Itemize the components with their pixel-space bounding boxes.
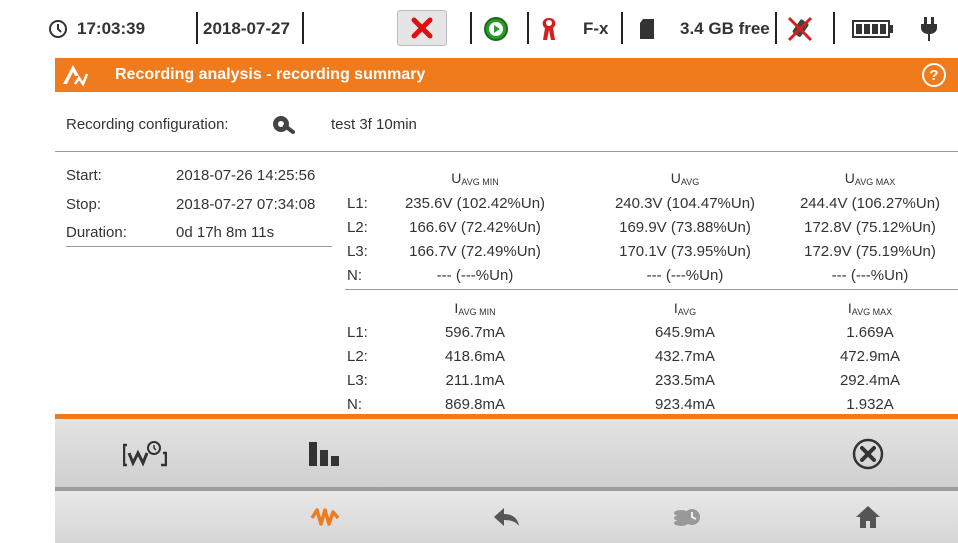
waveform-timer-button[interactable] bbox=[55, 419, 235, 488]
v-cell: 169.9V (73.88%Un) bbox=[619, 219, 751, 236]
i-avg-header: IAVG bbox=[673, 300, 697, 317]
status-time: 17:03:39 bbox=[77, 19, 146, 38]
home-button[interactable] bbox=[778, 491, 958, 543]
divider bbox=[55, 151, 958, 152]
v-row-label: L1: bbox=[347, 195, 368, 212]
energy-cost-button[interactable] bbox=[597, 491, 777, 543]
app-logo-icon bbox=[55, 58, 95, 92]
close-button[interactable] bbox=[778, 419, 958, 488]
home-icon bbox=[856, 506, 880, 528]
back-button[interactable] bbox=[416, 491, 596, 543]
v-row-label: N: bbox=[347, 267, 362, 284]
v-cell: 170.1V (73.95%Un) bbox=[619, 243, 751, 260]
u-avg-min-header: UAVG MIN bbox=[451, 170, 499, 187]
v-row-label: L2: bbox=[347, 219, 368, 236]
back-arrow-icon bbox=[494, 508, 519, 526]
waveform-timer-icon bbox=[123, 440, 167, 467]
navigation-toolbar bbox=[55, 491, 958, 543]
i-row-label: L1: bbox=[347, 324, 368, 341]
v-cell: 240.3V (104.47%Un) bbox=[614, 195, 756, 212]
close-circle-icon bbox=[852, 438, 884, 469]
i-cell: 645.9mA bbox=[654, 324, 716, 341]
waveform-button[interactable] bbox=[235, 491, 415, 543]
status-bar: 17:03:39 2018-07-27 F-x 3.4 GB free bbox=[0, 0, 958, 58]
bar-chart-icon bbox=[309, 441, 339, 466]
i-cell: 211.1mA bbox=[445, 372, 505, 389]
i-cell: 292.4mA bbox=[839, 372, 901, 389]
title-bar: Recording analysis - recording summary ? bbox=[55, 58, 958, 92]
v-cell: 166.7V (72.49%Un) bbox=[409, 243, 541, 260]
i-cell: 1.932A bbox=[846, 396, 894, 413]
i-cell: 596.7mA bbox=[444, 324, 506, 341]
energy-cost-icon bbox=[674, 509, 700, 526]
start-value: 2018-07-26 14:25:56 bbox=[176, 167, 316, 184]
stop-x-icon bbox=[411, 17, 433, 39]
page-title: Recording analysis - recording summary bbox=[115, 66, 426, 83]
duration-value: 0d 17h 8m 11s bbox=[176, 224, 275, 241]
i-cell: 1.669A bbox=[846, 324, 894, 341]
table-divider bbox=[345, 289, 958, 290]
i-avg-max-header: IAVG MAX bbox=[847, 300, 893, 317]
duration-label: Duration: bbox=[66, 224, 127, 241]
usb-disconnected-icon bbox=[785, 14, 815, 44]
v-cell: 172.9V (75.19%Un) bbox=[804, 243, 936, 260]
recording-config: Recording configuration: test 3f 10min bbox=[66, 112, 417, 136]
summary-divider bbox=[66, 246, 332, 247]
v-cell: 172.8V (75.12%Un) bbox=[804, 219, 936, 236]
i-cell: 869.8mA bbox=[444, 396, 506, 413]
v-cell: --- (---%Un) bbox=[646, 267, 724, 284]
battery-icon bbox=[852, 14, 894, 44]
storage-free: 3.4 GB free bbox=[680, 19, 770, 38]
stop-recording-button[interactable] bbox=[397, 10, 447, 46]
clamp-type: F-x bbox=[583, 19, 609, 38]
v-cell: --- (---%Un) bbox=[436, 267, 514, 284]
i-cell: 233.5mA bbox=[654, 372, 716, 389]
i-cell: 418.6mA bbox=[444, 348, 506, 365]
v-cell: 166.6V (72.42%Un) bbox=[409, 219, 541, 236]
v-cell: 235.6V (102.42%Un) bbox=[404, 195, 546, 212]
v-row-label: L3: bbox=[347, 243, 368, 260]
i-row-label: L3: bbox=[347, 372, 368, 389]
bar-chart-button[interactable] bbox=[235, 419, 415, 488]
stop-label: Stop: bbox=[66, 196, 102, 213]
function-toolbar bbox=[55, 419, 958, 488]
clamp-icon bbox=[539, 14, 559, 44]
v-cell: --- (---%Un) bbox=[831, 267, 909, 284]
config-name: test 3f 10min bbox=[331, 115, 417, 133]
sd-card-icon bbox=[639, 14, 655, 44]
waveform-icon bbox=[310, 508, 340, 526]
power-plug-icon bbox=[920, 14, 938, 44]
status-date: 2018-07-27 bbox=[203, 19, 290, 38]
start-label: Start: bbox=[66, 167, 102, 184]
v-cell: 244.4V (106.27%Un) bbox=[799, 195, 941, 212]
i-cell: 432.7mA bbox=[654, 348, 716, 365]
clock-icon bbox=[48, 14, 68, 44]
play-status-icon bbox=[483, 14, 509, 44]
i-cell: 472.9mA bbox=[839, 348, 901, 365]
i-row-label: N: bbox=[347, 396, 362, 413]
stop-value: 2018-07-27 07:34:08 bbox=[176, 196, 316, 213]
i-cell: 923.4mA bbox=[654, 396, 716, 413]
help-button[interactable]: ? bbox=[922, 63, 946, 87]
config-label: Recording configuration: bbox=[66, 115, 229, 133]
u-avg-max-header: UAVG MAX bbox=[844, 170, 896, 187]
i-row-label: L2: bbox=[347, 348, 368, 365]
i-avg-min-header: IAVG MIN bbox=[454, 300, 496, 317]
u-avg-header: UAVG bbox=[670, 170, 700, 187]
wrench-gear-icon[interactable] bbox=[271, 112, 331, 136]
